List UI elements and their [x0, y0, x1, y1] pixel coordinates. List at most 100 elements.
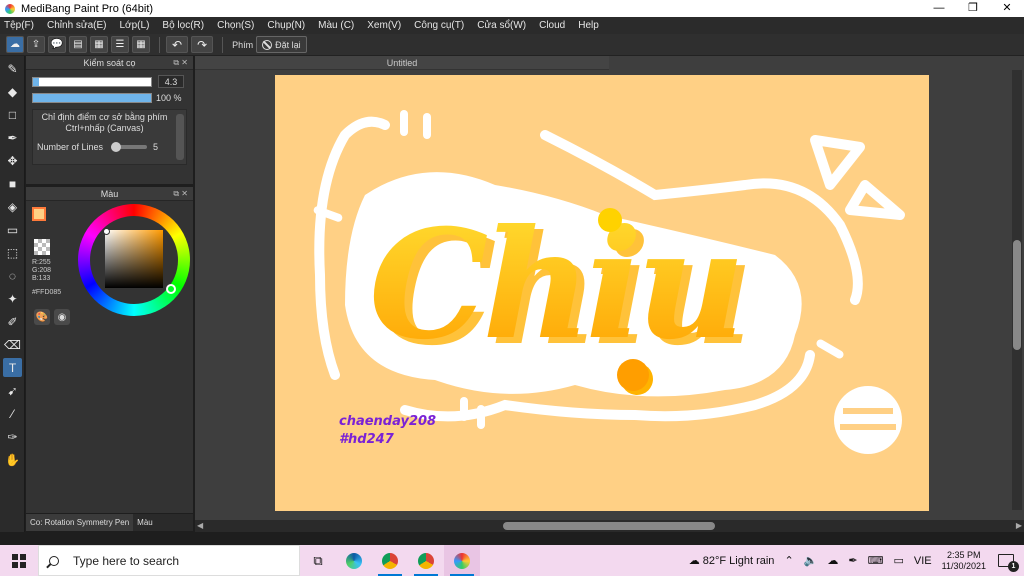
clock-date: 11/30/2021 [941, 560, 986, 571]
artboard[interactable]: Chiu Chiu chaenday208 #hd247 [275, 75, 929, 511]
filled-square-icon: ■ [8, 176, 17, 191]
magic-wand-tool[interactable]: ✦ [3, 289, 22, 308]
brush-control-panel: Kiểm soát cọ ⧉ ✕ 4.3 100 % Chỉ định điểm… [26, 56, 193, 184]
select-tool[interactable]: ⬚ [3, 243, 22, 262]
select-eraser-tool[interactable]: ⌫ [3, 335, 22, 354]
lines-slider-knob[interactable] [111, 142, 122, 152]
brush-panel-title: Kiểm soát cọ [83, 58, 136, 68]
display-icon[interactable]: ▭ [893, 554, 903, 567]
color-panel-popout-icon[interactable]: ⧉ ✕ [173, 187, 188, 201]
weather-widget[interactable]: ☁ 82°F Light rain [689, 554, 775, 567]
scroll-right-arrow-icon[interactable]: ▶ [1016, 520, 1022, 532]
bucket-tool[interactable]: ◈ [3, 197, 22, 216]
brush-opacity-slider[interactable] [32, 93, 152, 103]
menu-view[interactable]: Xem(V) [367, 20, 401, 31]
title-bar: MediBang Paint Pro (64bit) — ❐ ✕ [0, 0, 1024, 17]
striped-circle [834, 386, 902, 454]
page-icon: ▦ [94, 38, 104, 50]
select-pen-tool[interactable]: ✐ [3, 312, 22, 331]
text-tool[interactable]: T [3, 358, 22, 377]
panel-popout-icon[interactable]: ⧉ ✕ [173, 56, 188, 70]
move-tool[interactable]: ✥ [3, 151, 22, 170]
canvas-area: Untitled Chiu Chiu chaenday208 #hd247 ◀ … [195, 56, 1024, 532]
task-view-button[interactable]: ⧉ [300, 545, 336, 576]
color-wheel[interactable] [78, 204, 190, 316]
divide-tool[interactable]: ⁄ [3, 404, 22, 423]
scroll-left-arrow-icon[interactable]: ◀ [197, 520, 203, 532]
medibang-taskbar-button[interactable] [444, 545, 480, 576]
lasso-tool[interactable]: ◌ [3, 266, 22, 285]
foreground-color-swatch[interactable] [32, 207, 46, 221]
comment-button[interactable]: 💬 [48, 36, 66, 53]
close-button[interactable]: ✕ [990, 0, 1024, 17]
color-panel-title: Màu [100, 189, 119, 199]
menu-tools[interactable]: Công cụ(T) [414, 20, 464, 31]
saturation-value-square[interactable] [105, 230, 163, 288]
menu-file[interactable]: Tệp(F) [4, 20, 34, 31]
gradient-tool[interactable]: ▭ [3, 220, 22, 239]
eyedropper-tool[interactable]: ✑ [3, 427, 22, 446]
grid-button[interactable]: ▦ [132, 36, 150, 53]
sv-picker-knob[interactable] [103, 228, 110, 235]
shape-tool[interactable]: □ [3, 105, 22, 124]
brush-tool[interactable]: ✎ [3, 59, 22, 78]
message-button[interactable]: ▤ [69, 36, 87, 53]
document-tab[interactable]: Untitled [195, 56, 609, 70]
fill-rect-tool[interactable]: ■ [3, 174, 22, 193]
operation-tool[interactable]: ➹ [3, 381, 22, 400]
canvas-vertical-scrollbar[interactable] [1012, 70, 1022, 510]
menu-color[interactable]: Màu (C) [318, 20, 354, 31]
canvas-horizontal-scrollbar[interactable]: ◀ ▶ [195, 520, 1024, 532]
menu-layer[interactable]: Lớp(L) [120, 20, 150, 31]
menu-edit[interactable]: Chỉnh sửa(E) [47, 20, 107, 31]
palette-button[interactable]: 🎨 [34, 309, 50, 325]
tray-overflow-icon[interactable]: ⌃ [784, 554, 793, 567]
chrome-icon-2 [418, 552, 434, 569]
chrome-taskbar-button-2[interactable] [408, 545, 444, 576]
undo-button[interactable]: ↶ [166, 36, 189, 53]
eraser-tool[interactable]: ◆ [3, 82, 22, 101]
hex-readout: #FFD085 [32, 289, 62, 296]
windows-start-icon[interactable] [12, 553, 26, 568]
menu-filter[interactable]: Bộ lọc(R) [162, 20, 204, 31]
pen-tool[interactable]: ✒ [3, 128, 22, 147]
input-language[interactable]: VIE [914, 555, 932, 567]
taskbar-search-box[interactable]: Type here to search [38, 545, 300, 576]
edge-taskbar-button[interactable] [336, 545, 372, 576]
menu-select[interactable]: Chọn(S) [217, 20, 254, 31]
menu-help[interactable]: Help [578, 20, 599, 31]
palette-add-button[interactable]: ◉ [54, 309, 70, 325]
brush-size-slider[interactable] [32, 76, 152, 87]
reset-button[interactable]: Đặt lại [256, 36, 307, 53]
brush-opacity-fill [33, 94, 151, 102]
cloud-sync-button[interactable]: ☁ [6, 36, 24, 53]
pen-workspace-icon[interactable]: ✒ [848, 554, 857, 567]
volume-icon[interactable]: 🔈 [804, 554, 818, 567]
onedrive-icon[interactable]: ☁ [827, 554, 838, 567]
page-button[interactable]: ▦ [90, 36, 108, 53]
hand-tool[interactable]: ✋ [3, 450, 22, 469]
horizontal-scroll-thumb[interactable] [503, 522, 715, 530]
minimize-button[interactable]: — [922, 0, 956, 17]
taskbar-clock[interactable]: 2:35 PM 11/30/2021 [942, 550, 986, 572]
vertical-scroll-thumb[interactable] [1013, 240, 1021, 350]
transparent-swatch[interactable] [34, 239, 50, 255]
hue-picker-knob[interactable] [166, 284, 176, 294]
redo-button[interactable]: ↷ [191, 36, 214, 53]
chrome-taskbar-button[interactable] [372, 545, 408, 576]
share-button[interactable]: ⇪ [27, 36, 45, 53]
signature-tag: #hd247 [339, 432, 395, 447]
keyboard-icon[interactable]: ⌨ [868, 554, 884, 567]
notification-center-icon[interactable]: 1 [998, 554, 1019, 572]
tab-color[interactable]: Màu [133, 514, 157, 531]
menu-snap[interactable]: Chụp(N) [267, 20, 305, 31]
list-button[interactable]: ☰ [111, 36, 129, 53]
brush-size-value[interactable]: 4.3 [158, 75, 184, 88]
tab-brush[interactable]: Co: Rotation Symmetry Pen [26, 514, 134, 531]
maximize-button[interactable]: ❐ [956, 0, 990, 17]
menu-window[interactable]: Cửa sổ(W) [477, 20, 526, 31]
lines-slider[interactable] [111, 142, 148, 152]
window-controls: — ❐ ✕ [922, 0, 1024, 17]
brush-box-scrollbar[interactable] [176, 114, 184, 160]
menu-cloud[interactable]: Cloud [539, 20, 565, 31]
